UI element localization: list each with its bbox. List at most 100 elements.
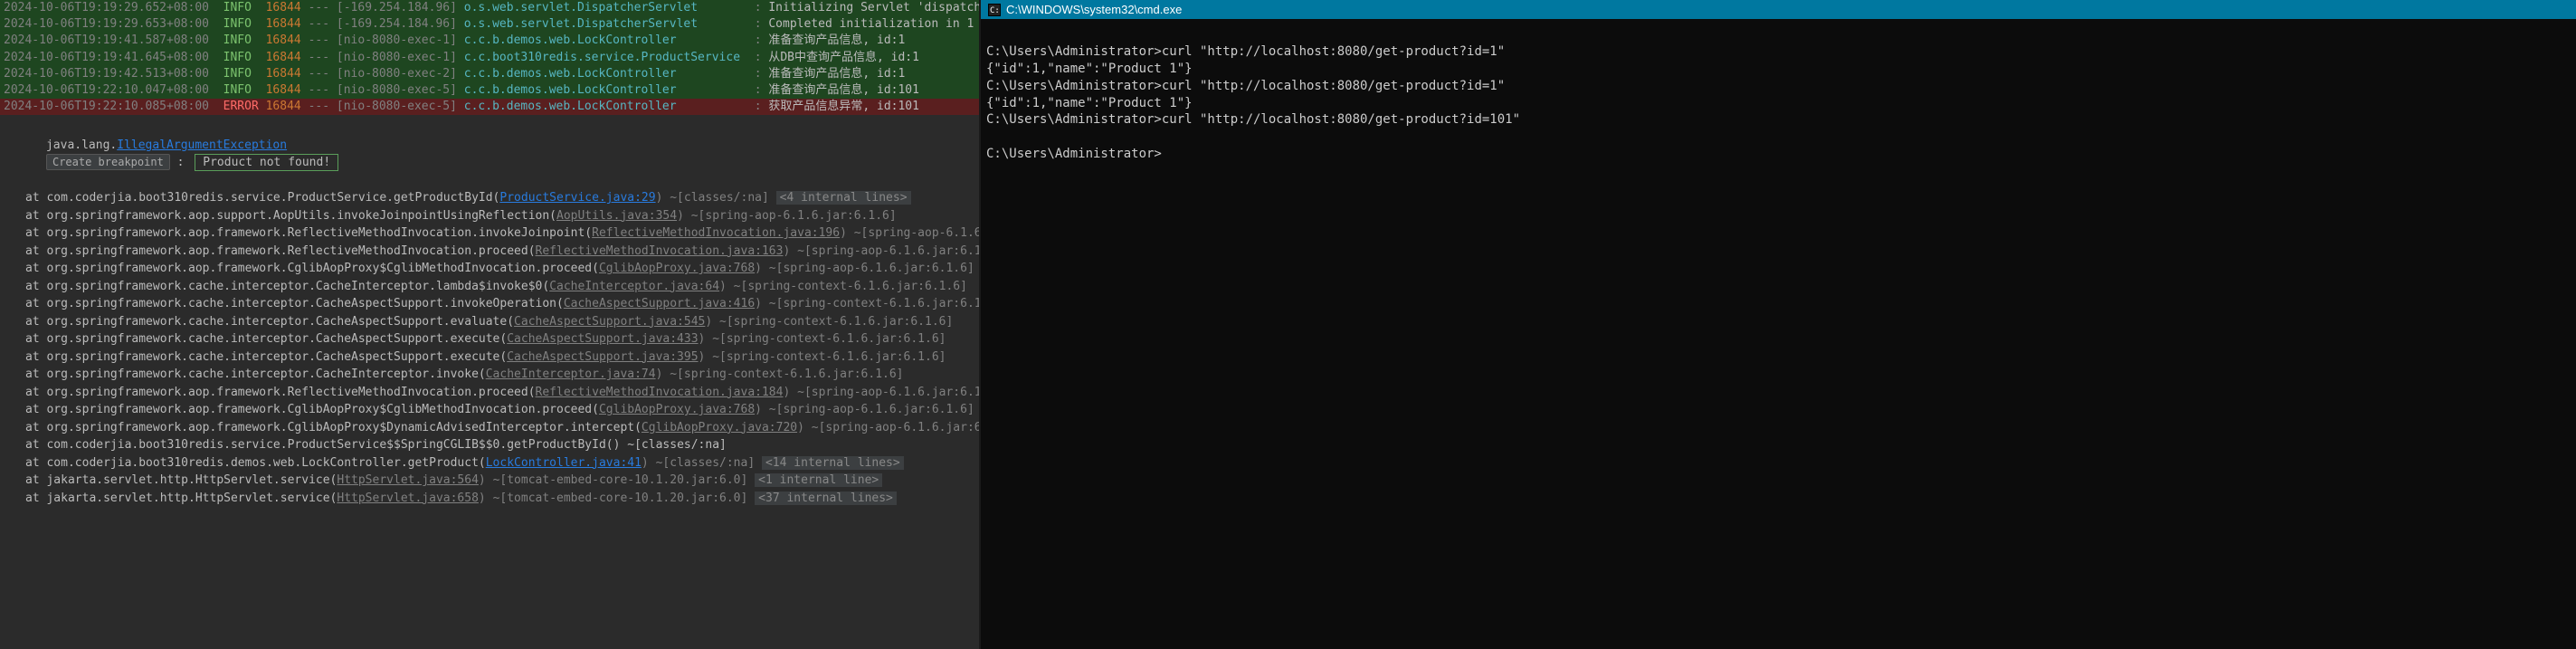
log-timestamp: 2024-10-06T19:22:10.047+08:00 (4, 83, 209, 97)
source-link[interactable]: ReflectiveMethodInvocation.java:196 (592, 226, 840, 240)
log-logger: o.s.web.servlet.DispatcherServlet (464, 17, 747, 31)
exception-type-link[interactable]: IllegalArgumentException (117, 138, 287, 152)
stack-frame: at jakarta.servlet.http.HttpServlet.serv… (4, 472, 975, 490)
source-link[interactable]: HttpServlet.java:564 (337, 473, 479, 487)
log-thread: [-169.254.184.96] (337, 1, 457, 14)
terminal-line: C:\Users\Administrator> (986, 146, 2571, 163)
log-logger: c.c.b.demos.web.LockController (464, 83, 747, 97)
log-logger: c.c.b.demos.web.LockController (464, 33, 747, 47)
source-link[interactable]: ReflectiveMethodInvocation.java:163 (536, 244, 784, 258)
source-link[interactable]: CglibAopProxy.java:768 (599, 403, 755, 416)
log-line: 2024-10-06T19:22:10.047+08:00 INFO 16844… (0, 82, 979, 99)
log-sep: --- (309, 100, 329, 113)
log-sep: --- (309, 83, 329, 97)
log-level: ERROR (223, 100, 259, 113)
cmd-title-bar[interactable]: C: C:\WINDOWS\system32\cmd.exe (981, 0, 2576, 19)
internal-lines-toggle[interactable]: <4 internal lines> (776, 191, 911, 205)
log-logger: c.c.b.demos.web.LockController (464, 100, 747, 113)
source-link[interactable]: ReflectiveMethodInvocation.java:184 (536, 386, 784, 399)
log-sep: --- (309, 51, 329, 64)
log-sep: --- (309, 33, 329, 47)
exception-colon: : (170, 156, 191, 169)
source-link[interactable]: CacheInterceptor.java:74 (486, 367, 656, 381)
source-link[interactable]: CglibAopProxy.java:768 (599, 262, 755, 275)
create-breakpoint-button[interactable]: Create breakpoint (46, 154, 170, 170)
log-sep: --- (309, 67, 329, 81)
log-message: Completed initialization in 1 ms (768, 17, 979, 31)
log-logger: c.c.b.demos.web.LockController (464, 67, 747, 81)
log-line: 2024-10-06T19:19:29.652+08:00 INFO 16844… (0, 0, 979, 16)
log-pid: 16844 (266, 51, 301, 64)
stack-frame: at org.springframework.cache.interceptor… (4, 366, 975, 384)
stack-frame: at org.springframework.cache.interceptor… (4, 313, 975, 331)
stack-frame: at com.coderjia.boot310redis.demos.web.L… (4, 454, 975, 472)
source-link[interactable]: CacheAspectSupport.java:545 (514, 315, 705, 329)
log-level: INFO (223, 17, 259, 31)
terminal-line (986, 26, 2571, 43)
source-link[interactable]: CacheInterceptor.java:64 (549, 280, 719, 293)
log-line: 2024-10-06T19:19:41.645+08:00 INFO 16844… (0, 50, 979, 66)
cmd-icon: C: (988, 4, 1001, 16)
terminal-line: {"id":1,"name":"Product 1"} (986, 95, 2571, 112)
log-line: 2024-10-06T19:19:41.587+08:00 INFO 16844… (0, 33, 979, 49)
log-message: Initializing Servlet 'dispatcherServlet' (768, 1, 979, 14)
stacktrace-region: java.lang.IllegalArgumentException Creat… (0, 115, 979, 507)
log-thread: [-169.254.184.96] (337, 17, 457, 31)
stack-frame: at com.coderjia.boot310redis.service.Pro… (4, 189, 975, 207)
cmd-title-text: C:\WINDOWS\system32\cmd.exe (1006, 3, 1182, 16)
stack-frame: at org.springframework.cache.interceptor… (4, 330, 975, 348)
exception-message: Product not found! (195, 154, 338, 171)
internal-lines-toggle[interactable]: <1 internal line> (755, 473, 882, 487)
log-message: 获取产品信息异常, id:101 (768, 100, 919, 113)
stack-frame: at org.springframework.aop.framework.Cgl… (4, 401, 975, 419)
log-sep: --- (309, 1, 329, 14)
internal-lines-toggle[interactable]: <14 internal lines> (762, 456, 904, 470)
log-pid: 16844 (266, 83, 301, 97)
log-timestamp: 2024-10-06T19:19:29.653+08:00 (4, 17, 209, 31)
log-timestamp: 2024-10-06T19:19:29.652+08:00 (4, 1, 209, 14)
source-link[interactable]: CacheAspectSupport.java:395 (507, 350, 698, 364)
stack-frame: at org.springframework.aop.support.AopUt… (4, 207, 975, 225)
log-pid: 16844 (266, 100, 301, 113)
source-link[interactable]: LockController.java:41 (486, 456, 642, 470)
stack-frame: at com.coderjia.boot310redis.service.Pro… (4, 436, 975, 454)
log-message: 准备查询产品信息, id:1 (768, 67, 905, 81)
stack-frame: at org.springframework.aop.framework.Ref… (4, 384, 975, 402)
log-level: INFO (223, 33, 259, 47)
source-link[interactable]: HttpServlet.java:658 (337, 492, 479, 505)
cmd-body[interactable]: C:\Users\Administrator>curl "http://loca… (981, 19, 2576, 649)
terminal-line: C:\Users\Administrator>curl "http://loca… (986, 78, 2571, 95)
log-message: 准备查询产品信息, id:101 (768, 83, 919, 97)
source-link[interactable]: AopUtils.java:354 (556, 209, 677, 223)
terminal-line: {"id":1,"name":"Product 1"} (986, 61, 2571, 78)
log-pid: 16844 (266, 33, 301, 47)
source-link[interactable]: CglibAopProxy.java:720 (642, 421, 797, 434)
internal-lines-toggle[interactable]: <37 internal lines> (755, 492, 897, 505)
log-logger: c.c.boot310redis.service.ProductService (464, 51, 747, 64)
log-thread: [nio-8080-exec-1] (337, 51, 457, 64)
source-link[interactable]: ProductService.java:29 (499, 191, 655, 205)
log-thread: [nio-8080-exec-1] (337, 33, 457, 47)
log-logger: o.s.web.servlet.DispatcherServlet (464, 1, 747, 14)
log-line: 2024-10-06T19:22:10.085+08:00 ERROR 1684… (0, 99, 979, 115)
log-pid: 16844 (266, 17, 301, 31)
exception-header: java.lang.IllegalArgumentException Creat… (4, 119, 975, 189)
terminal-line: C:\Users\Administrator>curl "http://loca… (986, 111, 2571, 129)
log-lines-region: 2024-10-06T19:19:29.652+08:00 INFO 16844… (0, 0, 979, 115)
exception-prefix: java.lang. (46, 138, 117, 152)
log-level: INFO (223, 1, 259, 14)
svg-text:C:: C: (990, 6, 1000, 15)
source-link[interactable]: CacheAspectSupport.java:416 (564, 297, 755, 310)
log-line: 2024-10-06T19:19:42.513+08:00 INFO 16844… (0, 66, 979, 82)
cmd-window: C: C:\WINDOWS\system32\cmd.exe C:\Users\… (979, 0, 2576, 649)
log-timestamp: 2024-10-06T19:19:41.587+08:00 (4, 33, 209, 47)
source-link[interactable]: CacheAspectSupport.java:433 (507, 332, 698, 346)
log-thread: [nio-8080-exec-5] (337, 100, 457, 113)
stack-frame: at org.springframework.aop.framework.Cgl… (4, 419, 975, 437)
stack-frame: at org.springframework.cache.interceptor… (4, 278, 975, 296)
stack-frame: at org.springframework.aop.framework.Ref… (4, 224, 975, 243)
terminal-line (986, 129, 2571, 146)
stack-frame: at org.springframework.cache.interceptor… (4, 295, 975, 313)
stack-frame: at jakarta.servlet.http.HttpServlet.serv… (4, 490, 975, 508)
stack-frame: at org.springframework.aop.framework.Cgl… (4, 260, 975, 278)
